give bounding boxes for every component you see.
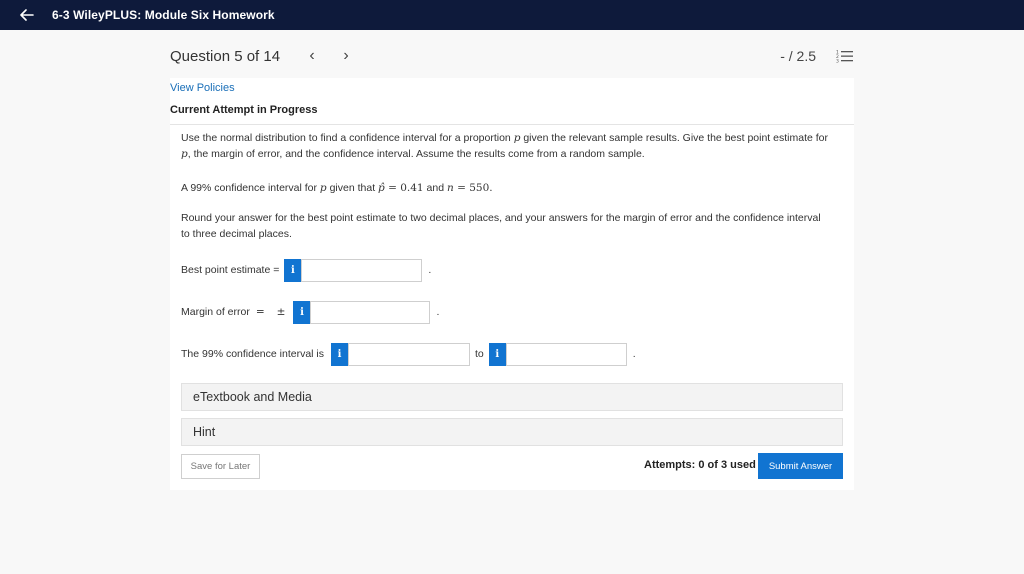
- equals-sign: =: [255, 306, 265, 318]
- divider: [170, 124, 854, 125]
- info-icon[interactable]: i: [284, 258, 302, 282]
- period: .: [428, 264, 432, 276]
- top-bar: 6-3 WileyPLUS: Module Six Homework: [0, 0, 1024, 30]
- info-icon[interactable]: i: [488, 342, 506, 366]
- next-question-button[interactable]: ›: [340, 47, 352, 65]
- info-icon[interactable]: i: [293, 300, 311, 324]
- period: .: [632, 348, 636, 360]
- question-header: Question 5 of 14 ‹ › - / 2.5 1 2 3: [170, 40, 854, 72]
- question-list-icon[interactable]: 1 2 3: [836, 49, 854, 65]
- best-point-estimate-label: Best point estimate =: [181, 264, 280, 276]
- margin-of-error-input[interactable]: [310, 300, 431, 324]
- best-point-estimate-input[interactable]: [301, 258, 423, 282]
- save-for-later-button[interactable]: Save for Later: [181, 454, 260, 479]
- interval-upper-input[interactable]: [505, 342, 627, 366]
- margin-of-error-row: Margin of error = ± i .: [181, 300, 439, 324]
- confidence-interval-label: The 99% confidence interval is: [181, 348, 324, 360]
- question-card: View Policies Current Attempt in Progres…: [170, 78, 854, 490]
- question-counter: Question 5 of 14: [170, 47, 281, 65]
- confidence-interval-row: The 99% confidence interval is i to i .: [181, 342, 636, 366]
- info-icon[interactable]: i: [331, 342, 348, 366]
- best-point-estimate-row: Best point estimate = i .: [181, 258, 431, 282]
- assignment-title: 6-3 WileyPLUS: Module Six Homework: [52, 8, 275, 22]
- view-policies-link[interactable]: View Policies: [170, 82, 235, 94]
- previous-question-button[interactable]: ‹: [306, 47, 318, 65]
- period: .: [436, 306, 440, 318]
- margin-of-error-label: Margin of error: [181, 306, 250, 318]
- question-instructions: Use the normal distribution to find a co…: [181, 132, 828, 160]
- question-given: A 99% confidence interval for p given th…: [181, 182, 493, 194]
- etextbook-media-accordion[interactable]: eTextbook and Media: [181, 383, 843, 411]
- svg-text:3: 3: [836, 59, 839, 64]
- rounding-instructions: Round your answer for the best point est…: [181, 212, 821, 240]
- attempts-counter: Attempts: 0 of 3 used: [644, 459, 756, 471]
- to-label: to: [475, 348, 484, 360]
- attempt-status: Current Attempt in Progress: [170, 104, 318, 116]
- question-score: - / 2.5: [780, 48, 816, 64]
- hint-accordion[interactable]: Hint: [181, 418, 843, 446]
- interval-lower-input[interactable]: [348, 342, 470, 366]
- plus-minus-sign: ±: [276, 306, 286, 318]
- arrow-left-icon[interactable]: [20, 3, 50, 27]
- submit-answer-button[interactable]: Submit Answer: [758, 453, 843, 479]
